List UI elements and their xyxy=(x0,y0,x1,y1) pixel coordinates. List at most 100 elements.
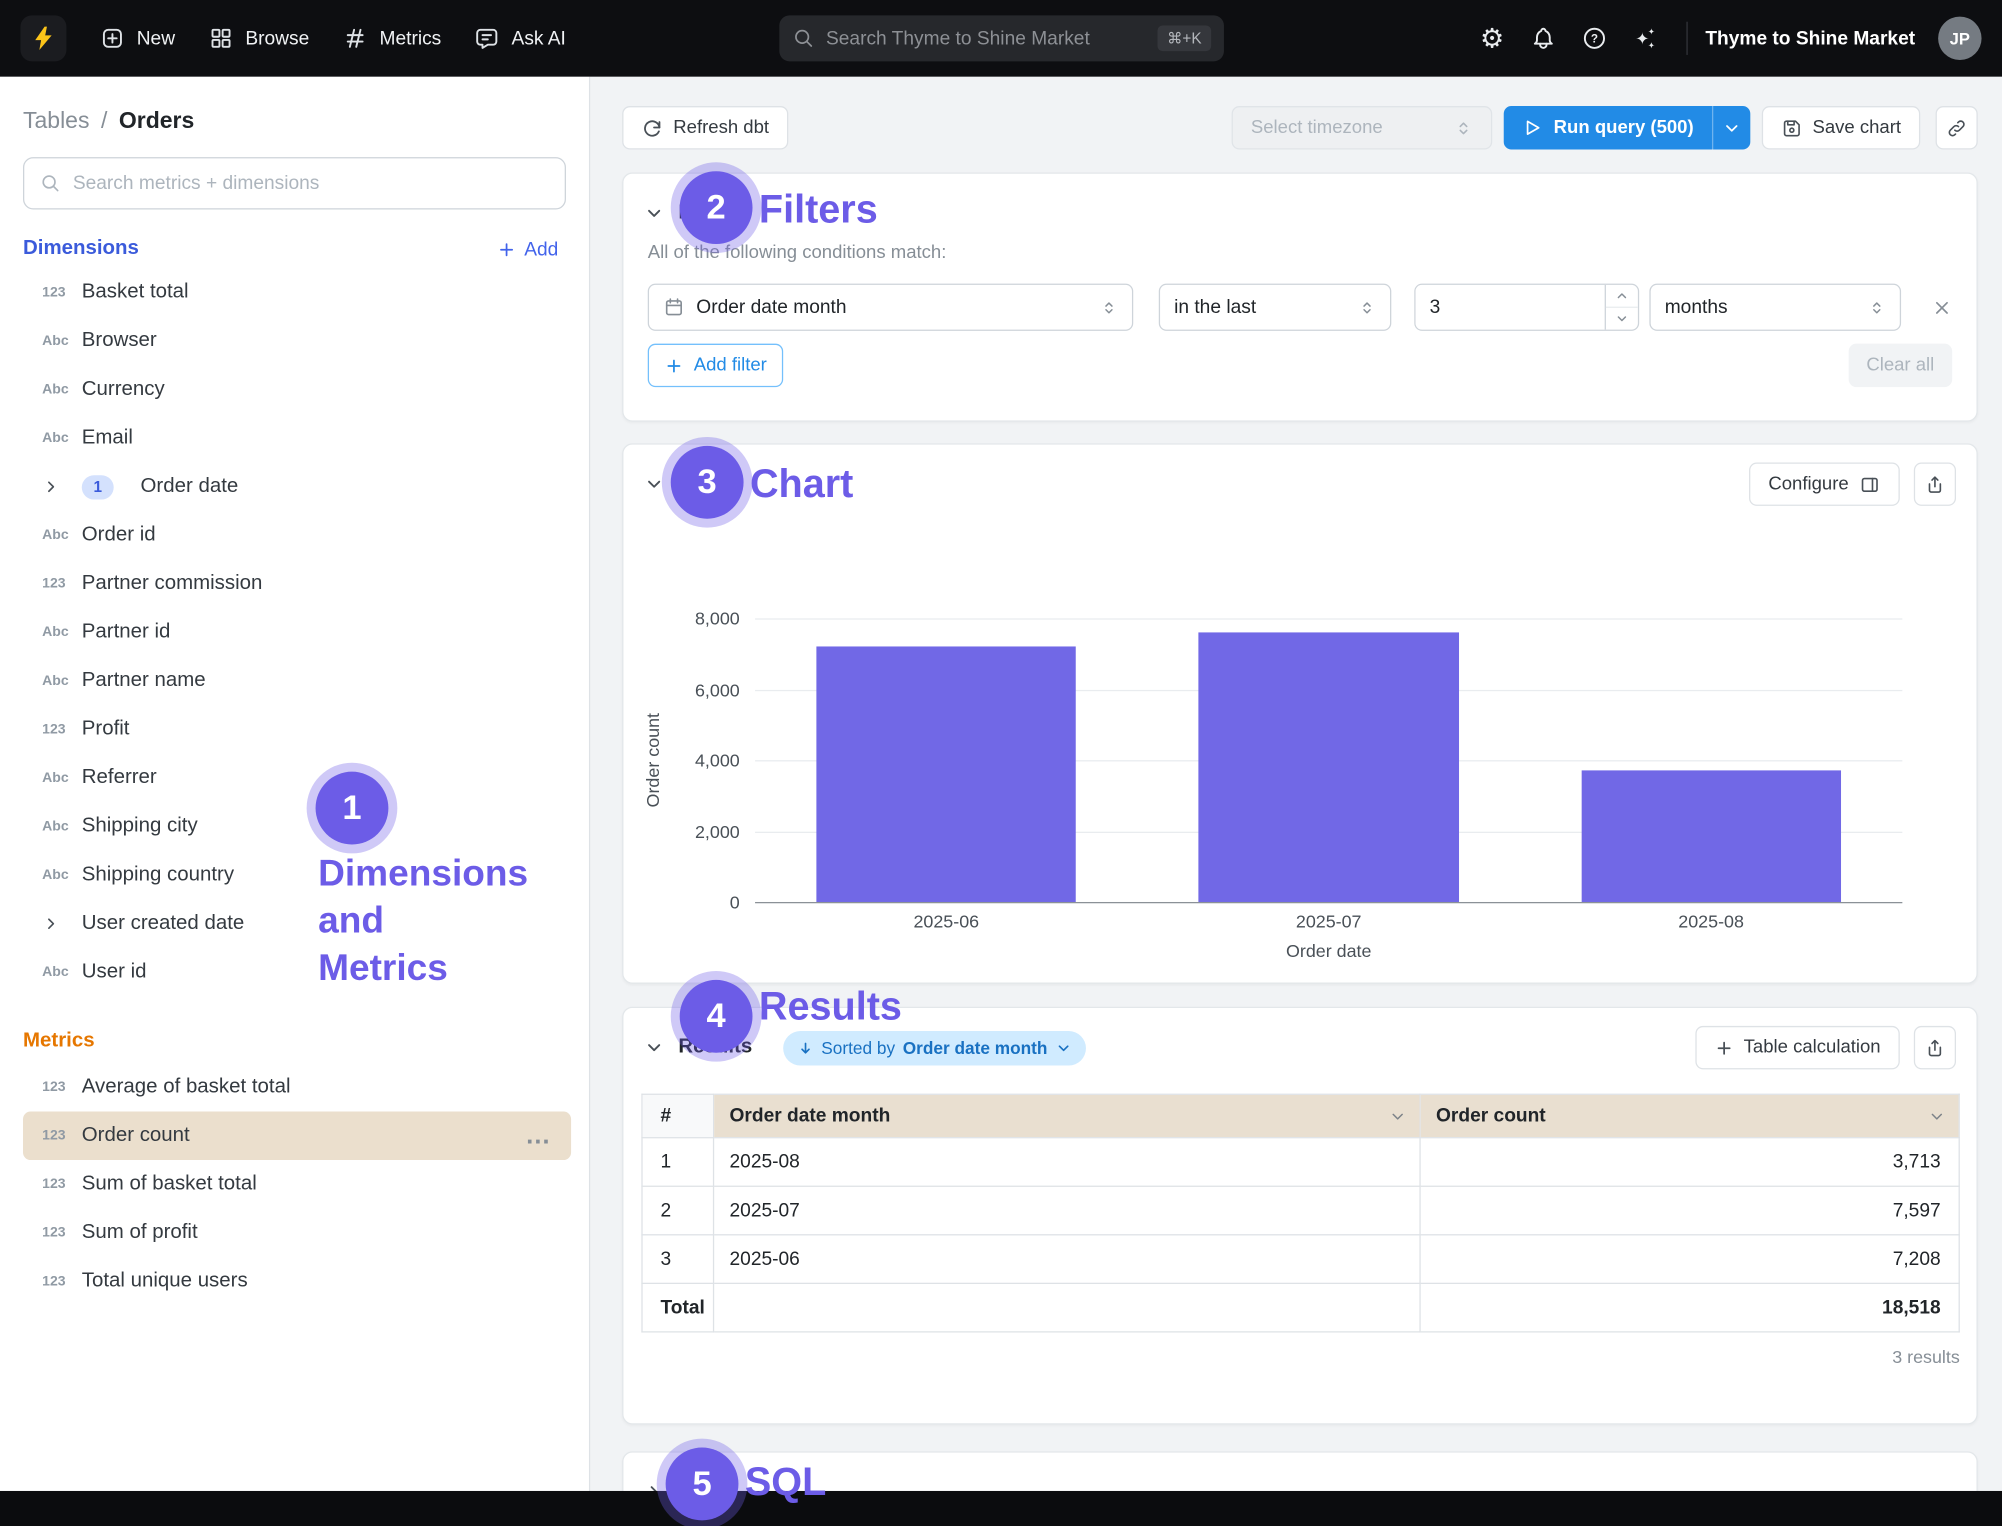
filter-operator-select[interactable]: in the last xyxy=(1159,284,1392,331)
share-link-button[interactable] xyxy=(1936,106,1978,149)
field-item[interactable]: 123Average of basket total xyxy=(23,1063,571,1112)
filter-rule-row: Order date month in the last xyxy=(648,284,1952,331)
bar[interactable] xyxy=(816,646,1076,902)
annotation-circle-1: 1 xyxy=(316,772,389,845)
fields-search-input[interactable] xyxy=(73,172,550,194)
x-axis-label: Order date xyxy=(755,940,1902,960)
field-item[interactable]: 1Order date xyxy=(23,462,571,511)
cell-order-date-month: 2025-08 xyxy=(714,1138,1421,1187)
table-calculation-button[interactable]: Table calculation xyxy=(1695,1026,1900,1069)
app-logo[interactable] xyxy=(20,15,66,61)
arrow-down-icon xyxy=(797,1039,814,1056)
filter-unit-select[interactable]: months xyxy=(1649,284,1901,331)
column-menu-chevron[interactable] xyxy=(1928,1107,1946,1125)
run-query-button[interactable]: Run query (500) xyxy=(1504,106,1712,149)
field-item[interactable]: 123Profit xyxy=(23,705,571,754)
field-type-icon: Abc xyxy=(42,965,82,980)
field-type-icon: Abc xyxy=(42,770,82,785)
table-row[interactable]: 22025-077,597 xyxy=(642,1186,1959,1235)
clear-all-button[interactable]: Clear all xyxy=(1848,344,1952,387)
chart-collapse-chevron[interactable] xyxy=(644,474,664,494)
filter-count-badge: 1 xyxy=(82,475,114,499)
remove-filter-button[interactable] xyxy=(1932,297,1952,317)
add-dimension-button[interactable]: Add xyxy=(497,238,558,260)
cell-order-date-month: 2025-07 xyxy=(714,1186,1421,1235)
field-type-icon: Abc xyxy=(42,528,82,543)
notifications-button[interactable] xyxy=(1520,15,1566,61)
nav-browse-button[interactable]: Browse xyxy=(193,15,325,61)
bar[interactable] xyxy=(1581,770,1841,902)
timezone-select[interactable]: Select timezone xyxy=(1232,106,1493,149)
field-label: Sum of profit xyxy=(82,1221,198,1244)
help-circle-icon: ? xyxy=(1581,26,1607,52)
column-header-order-count[interactable]: Order count xyxy=(1420,1094,1959,1137)
filters-collapse-chevron[interactable] xyxy=(644,203,664,223)
field-item[interactable]: AbcPartner id xyxy=(23,608,571,657)
org-name[interactable]: Thyme to Shine Market xyxy=(1705,27,1915,49)
x-ticks: 2025-062025-072025-08 xyxy=(755,911,1902,931)
field-item[interactable]: AbcBrowser xyxy=(23,317,571,366)
field-item[interactable]: AbcOrder id xyxy=(23,511,571,560)
ai-sparkles-button[interactable] xyxy=(1622,15,1668,61)
column-header-order-date-month[interactable]: Order date month xyxy=(714,1094,1421,1137)
global-search[interactable]: ⌘+K xyxy=(779,15,1224,61)
metrics-list: 123Average of basket total123Order count… xyxy=(0,1063,589,1306)
field-item[interactable]: 123Sum of profit xyxy=(23,1209,571,1258)
save-chart-button[interactable]: Save chart xyxy=(1761,106,1920,149)
run-query-options-button[interactable] xyxy=(1712,106,1750,149)
column-menu-chevron[interactable] xyxy=(1389,1107,1407,1125)
hash-icon xyxy=(342,26,368,52)
breadcrumb-separator: / xyxy=(101,107,107,134)
fields-search[interactable] xyxy=(23,157,566,209)
filter-field-select[interactable]: Order date month xyxy=(648,284,1133,331)
select-caret-icon xyxy=(1868,298,1886,316)
bar[interactable] xyxy=(1199,633,1459,902)
table-row[interactable]: 32025-067,208 xyxy=(642,1235,1959,1284)
cell-order-date-month: 2025-06 xyxy=(714,1235,1421,1284)
global-search-input[interactable] xyxy=(826,27,1147,49)
user-avatar[interactable]: JP xyxy=(1938,17,1981,60)
nav-new-button[interactable]: New xyxy=(84,15,190,61)
expand-chevron-icon[interactable] xyxy=(42,915,82,933)
search-shortcut-badge: ⌘+K xyxy=(1158,26,1210,52)
field-item[interactable]: 123Basket total xyxy=(23,268,571,317)
expand-chevron-icon[interactable] xyxy=(42,478,82,496)
table-row[interactable]: 12025-083,713 xyxy=(642,1138,1959,1187)
results-collapse-chevron[interactable] xyxy=(644,1037,664,1057)
filter-value-input[interactable] xyxy=(1416,285,1605,330)
help-button[interactable]: ? xyxy=(1571,15,1617,61)
x-axis-tick: 2025-08 xyxy=(1520,911,1902,931)
field-item[interactable]: 123Total unique users xyxy=(23,1257,571,1306)
primary-nav: New Browse Metrics Ask AI xyxy=(84,15,581,61)
explore-toolbar: Refresh dbt Select timezone Run query (5… xyxy=(622,106,1978,149)
field-item[interactable]: AbcShipping city xyxy=(23,802,571,851)
settings-button[interactable]: ⚙ xyxy=(1469,15,1515,61)
field-item[interactable]: 123Order count… xyxy=(23,1112,571,1161)
refresh-icon xyxy=(641,117,663,139)
y-axis-tick: 4,000 xyxy=(695,750,740,770)
field-item[interactable]: AbcUser id xyxy=(23,948,571,997)
export-results-button[interactable] xyxy=(1914,1026,1956,1069)
chevron-down-icon xyxy=(1055,1039,1072,1056)
field-type-icon: Abc xyxy=(42,625,82,640)
stepper-down-button[interactable] xyxy=(1606,307,1638,330)
field-item[interactable]: AbcCurrency xyxy=(23,365,571,414)
field-item[interactable]: AbcPartner name xyxy=(23,657,571,706)
sorted-by-pill[interactable]: Sorted by Order date month xyxy=(783,1030,1086,1064)
field-item[interactable]: AbcReferrer xyxy=(23,754,571,803)
nav-ask-ai-button[interactable]: Ask AI xyxy=(459,15,581,61)
chevron-up-icon xyxy=(1615,289,1629,303)
nav-metrics-button[interactable]: Metrics xyxy=(327,15,456,61)
field-item[interactable]: AbcEmail xyxy=(23,414,571,463)
configure-button[interactable]: Configure xyxy=(1749,462,1900,505)
stepper-up-button[interactable] xyxy=(1606,285,1638,307)
breadcrumb-tables[interactable]: Tables xyxy=(23,107,89,134)
refresh-dbt-button[interactable]: Refresh dbt xyxy=(622,106,788,149)
field-item[interactable]: User created date xyxy=(23,899,571,948)
field-item[interactable]: 123Partner commission xyxy=(23,560,571,609)
add-filter-button[interactable]: Add filter xyxy=(648,344,784,387)
run-query-split-button: Run query (500) xyxy=(1504,106,1750,149)
field-item[interactable]: 123Sum of basket total xyxy=(23,1160,571,1209)
export-chart-button[interactable] xyxy=(1914,462,1956,505)
layout-sidebar-icon xyxy=(1859,473,1881,495)
